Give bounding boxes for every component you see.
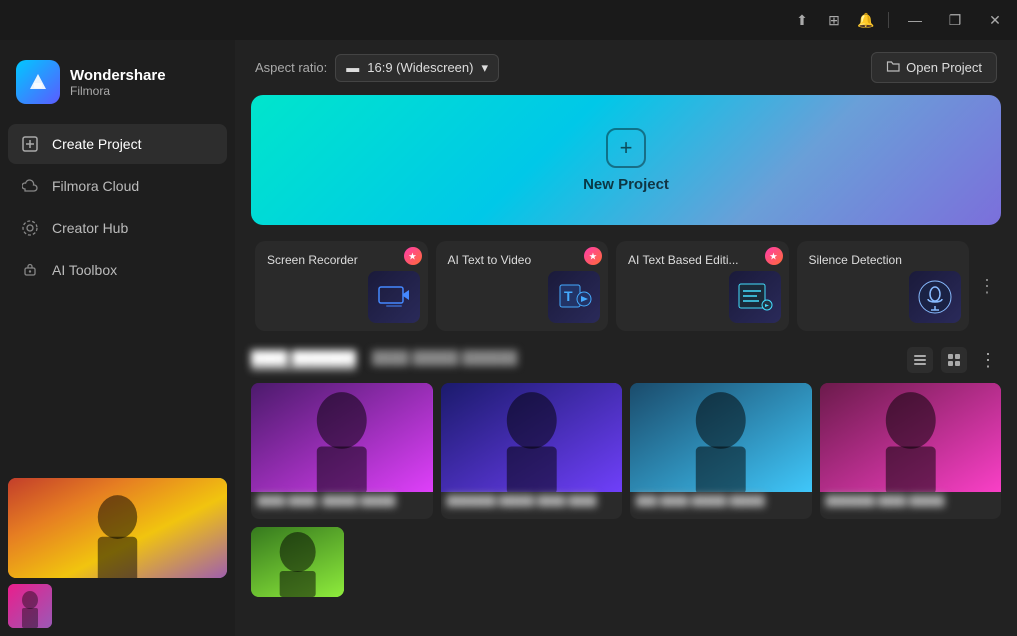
- nav-items: Create Project Filmora Cloud Creator: [0, 124, 235, 290]
- template-card-2[interactable]: ███████ █████ ████ ████: [441, 383, 623, 519]
- template-card-4[interactable]: ███████ ████ █████: [820, 383, 1002, 519]
- aspect-ratio-dropdown[interactable]: ▬ 16:9 (Widescreen) ▾: [335, 54, 499, 82]
- new-project-label: New Project: [583, 176, 669, 193]
- template-thumb-4: [820, 383, 1002, 492]
- open-project-button[interactable]: Open Project: [871, 52, 997, 83]
- tool-card-ai-text-edit[interactable]: ★ AI Text Based Editi...: [616, 241, 789, 331]
- sidebar-thumbnails: [0, 470, 235, 636]
- sidebar-item-ai-toolbox[interactable]: AI Toolbox: [8, 250, 227, 290]
- template-card-1[interactable]: ████ ████, █████ █████: [251, 383, 433, 519]
- ai-text-edit-badge: ★: [765, 247, 783, 265]
- section-grid-view-button[interactable]: [941, 347, 967, 373]
- sidebar-item-label-ai-toolbox: AI Toolbox: [52, 262, 117, 278]
- logo-brand: Wondershare: [70, 67, 166, 84]
- sidebar-item-create-project[interactable]: Create Project: [8, 124, 227, 164]
- sidebar-item-creator-hub[interactable]: Creator Hub: [8, 208, 227, 248]
- section-more-button[interactable]: ⋮: [975, 350, 1001, 371]
- template-thumb-2: [441, 383, 623, 492]
- template-thumb-3: [630, 383, 812, 492]
- template-info-1: ████ ████, █████ █████: [251, 492, 433, 519]
- title-bar-separator: [888, 12, 889, 28]
- ai-toolbox-icon: [20, 260, 40, 280]
- upload-icon[interactable]: ⬆: [792, 10, 812, 30]
- template-thumb-1: [251, 383, 433, 492]
- section-tab-trending[interactable]: ████ ███████: [251, 350, 356, 370]
- top-bar: Aspect ratio: ▬ 16:9 (Widescreen) ▾ Open…: [235, 40, 1017, 95]
- ai-text-video-badge: ★: [584, 247, 602, 265]
- minimize-button[interactable]: —: [901, 10, 929, 30]
- open-project-icon: [886, 59, 900, 76]
- sidebar-item-label-creator-hub: Creator Hub: [52, 220, 128, 236]
- logo-icon: [16, 60, 60, 104]
- screen-recorder-icon: [368, 271, 420, 323]
- app-body: Wondershare Filmora Create Project: [0, 40, 1017, 636]
- aspect-ratio-label: Aspect ratio:: [255, 60, 327, 75]
- screen-recorder-badge: ★: [404, 247, 422, 265]
- ai-text-edit-label: AI Text Based Editi...: [628, 253, 739, 267]
- section-header: ████ ███████ ████ █████ ██████: [235, 347, 1017, 373]
- sidebar-thumb-small-row: [8, 584, 227, 628]
- section-list-view-button[interactable]: [907, 347, 933, 373]
- svg-text:T: T: [564, 288, 573, 304]
- aspect-ratio-icon: ▬: [346, 60, 359, 75]
- tool-card-silence-detection[interactable]: Silence Detection: [797, 241, 970, 331]
- sidebar-thumb-large[interactable]: [8, 478, 227, 578]
- grid-icon[interactable]: ⊞: [824, 10, 844, 30]
- maximize-button[interactable]: ❐: [941, 10, 969, 30]
- tool-cards-row: ★ Screen Recorder ★ AI Text to Video: [235, 241, 1017, 331]
- logo-text: Wondershare Filmora: [70, 67, 166, 98]
- template-card-3[interactable]: ███ ████ █████ █████: [630, 383, 812, 519]
- close-button[interactable]: ✕: [981, 10, 1009, 30]
- cards-more-button[interactable]: ⋮: [973, 241, 1001, 331]
- silence-detection-label: Silence Detection: [809, 253, 902, 267]
- sidebar-thumb-small-img: [8, 584, 52, 628]
- sidebar-thumb-small[interactable]: [8, 584, 52, 628]
- ai-text-edit-icon: [729, 271, 781, 323]
- section-tab-recent[interactable]: ████ █████ ██████: [372, 350, 517, 370]
- title-bar: ⬆ ⊞ 🔔 — ❐ ✕: [0, 0, 1017, 40]
- open-project-label: Open Project: [906, 60, 982, 75]
- scroll-area[interactable]: + New Project ★ Screen Recorder: [235, 95, 1017, 636]
- section-tabs: ████ ███████ ████ █████ ██████: [251, 350, 517, 370]
- create-project-icon: [20, 134, 40, 154]
- template-info-2: ███████ █████ ████ ████: [441, 492, 623, 519]
- tool-card-screen-recorder[interactable]: ★ Screen Recorder: [255, 241, 428, 331]
- screen-recorder-label: Screen Recorder: [267, 253, 358, 267]
- template-thumb-5: [251, 527, 344, 597]
- section-actions: ⋮: [907, 347, 1001, 373]
- template-grid-bottom: [235, 519, 1017, 597]
- new-project-plus-icon: +: [606, 128, 646, 168]
- main-content: Aspect ratio: ▬ 16:9 (Widescreen) ▾ Open…: [235, 40, 1017, 636]
- sidebar-item-label-create-project: Create Project: [52, 136, 141, 152]
- new-project-banner[interactable]: + New Project: [251, 95, 1001, 225]
- template-info-3: ███ ████ █████ █████: [630, 492, 812, 519]
- template-info-4: ███████ ████ █████: [820, 492, 1002, 519]
- template-grid: ████ ████, █████ █████: [235, 383, 1017, 519]
- sidebar-item-filmora-cloud[interactable]: Filmora Cloud: [8, 166, 227, 206]
- sidebar-thumb-large-img: [8, 478, 227, 578]
- silence-detection-icon: [909, 271, 961, 323]
- bell-icon[interactable]: 🔔: [856, 10, 876, 30]
- tool-card-ai-text-video[interactable]: ★ AI Text to Video T: [436, 241, 609, 331]
- title-bar-controls: ⬆ ⊞ 🔔 — ❐ ✕: [792, 10, 1009, 30]
- ai-text-video-icon: T: [548, 271, 600, 323]
- logo-area: Wondershare Filmora: [0, 48, 235, 124]
- sidebar: Wondershare Filmora Create Project: [0, 40, 235, 636]
- logo-sub: Filmora: [70, 84, 166, 98]
- aspect-ratio-value: 16:9 (Widescreen): [367, 60, 473, 75]
- cloud-icon: [20, 176, 40, 196]
- sidebar-item-label-filmora-cloud: Filmora Cloud: [52, 178, 139, 194]
- creator-hub-icon: [20, 218, 40, 238]
- ai-text-video-label: AI Text to Video: [448, 253, 532, 267]
- aspect-ratio-select: Aspect ratio: ▬ 16:9 (Widescreen) ▾: [255, 54, 499, 82]
- template-card-5[interactable]: [251, 527, 344, 597]
- chevron-down-icon: ▾: [481, 60, 488, 76]
